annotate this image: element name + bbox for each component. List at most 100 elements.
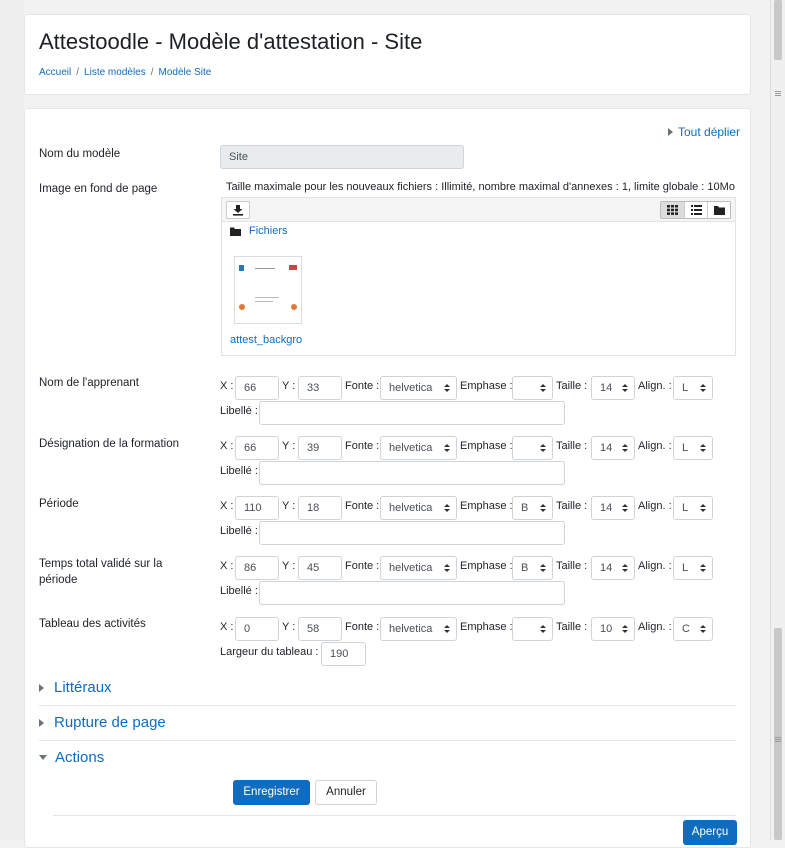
total-time-align-select[interactable]: L [673, 556, 713, 580]
expand-all-label: Tout déplier [678, 125, 741, 139]
course-designation-font-select[interactable]: helvetica [380, 436, 457, 460]
total-time-caption-input[interactable] [259, 581, 565, 605]
folder-icon [713, 206, 725, 215]
emphasis-label: Emphase : [460, 560, 513, 572]
x-label: X : [220, 621, 234, 633]
period-caption-input[interactable] [259, 521, 565, 545]
period-x-input[interactable]: 110 [235, 496, 279, 520]
learner-name-caption-input[interactable] [259, 401, 565, 425]
files-folder-link[interactable]: Fichiers [249, 225, 288, 237]
download-button[interactable] [226, 201, 250, 219]
scrollbar-grip [775, 95, 781, 96]
file-manager: Fichiers attest_backgro [221, 197, 736, 356]
y-label: Y : [282, 440, 296, 452]
file-name[interactable]: attest_backgro [230, 334, 302, 346]
x-label: X : [220, 380, 234, 392]
course-designation-caption-input[interactable] [259, 461, 565, 485]
align-label: Align. : [638, 500, 672, 512]
period-label: Période [39, 498, 79, 510]
table-width-input[interactable]: 190 [321, 642, 366, 666]
learner-name-font-select[interactable]: helvetica [380, 376, 457, 400]
period-size-select[interactable]: 14 [591, 496, 635, 520]
scrollbar-grip [775, 741, 781, 742]
model-name-label: Nom du modèle [39, 148, 121, 160]
activities-table-emphasis-select[interactable] [512, 617, 553, 641]
scrollbar-grip [775, 737, 781, 738]
course-designation-emphasis-select[interactable] [512, 436, 553, 460]
file-thumbnail[interactable] [234, 256, 302, 324]
caption-label: Libellé : [220, 585, 258, 597]
font-label: Fonte : [345, 560, 380, 572]
page-gutter [0, 0, 24, 840]
caption-label: Libellé : [220, 405, 258, 417]
learner-name-size-select[interactable]: 14 [591, 376, 635, 400]
scrollbar-track-top [774, 0, 782, 60]
learner-name-emphasis-select[interactable] [512, 376, 553, 400]
scrollbar-grip [775, 739, 781, 740]
breadcrumb-separator: / [76, 67, 80, 78]
divider [53, 815, 736, 816]
emphasis-label: Emphase : [460, 500, 513, 512]
document-preview-icon [235, 257, 301, 323]
activities-table-y-input[interactable]: 58 [298, 617, 342, 641]
cancel-button[interactable]: Annuler [315, 780, 377, 805]
save-button[interactable]: Enregistrer [233, 780, 310, 805]
scrollbar-thumb[interactable] [774, 628, 782, 840]
caret-right-icon [39, 718, 44, 727]
section-page-break-title: Rupture de page [54, 714, 166, 731]
activities-table-font-select[interactable]: helvetica [380, 617, 457, 641]
section-literals[interactable]: Littéraux [39, 679, 112, 696]
activities-table-x-input[interactable]: 0 [235, 617, 279, 641]
expand-all-link[interactable]: Tout déplier [668, 125, 740, 139]
period-align-select[interactable]: L [673, 496, 713, 520]
y-label: Y : [282, 500, 296, 512]
breadcrumb-models-list[interactable]: Liste modèles [84, 67, 146, 78]
learner-name-label: Nom de l'apprenant [39, 377, 140, 389]
size-label: Taille : [556, 621, 588, 633]
breadcrumb-current[interactable]: Modèle Site [159, 67, 212, 78]
font-label: Fonte : [345, 380, 380, 392]
period-y-input[interactable]: 18 [298, 496, 342, 520]
period-font-select[interactable]: helvetica [380, 496, 457, 520]
emphasis-label: Emphase : [460, 440, 513, 452]
total-time-y-input[interactable]: 45 [298, 556, 342, 580]
total-time-emphasis-select[interactable]: B [512, 556, 553, 580]
size-label: Taille : [556, 440, 588, 452]
period-emphasis-select[interactable]: B [512, 496, 553, 520]
course-designation-size-select[interactable]: 14 [591, 436, 635, 460]
course-designation-y-input[interactable]: 39 [298, 436, 342, 460]
y-label: Y : [282, 560, 296, 572]
page-title: Attestoodle - Modèle d'attestation - Sit… [39, 29, 423, 54]
section-actions-title: Actions [55, 749, 105, 766]
activities-table-align-select[interactable]: C [673, 617, 713, 641]
grid-view-button[interactable] [661, 202, 684, 218]
activities-table-label: Tableau des activités [39, 618, 146, 630]
vertical-scrollbar[interactable] [770, 0, 785, 840]
tree-view-button[interactable] [707, 202, 730, 218]
learner-name-y-input[interactable]: 33 [298, 376, 342, 400]
breadcrumb-separator: / [150, 67, 154, 78]
course-designation-align-select[interactable]: L [673, 436, 713, 460]
font-label: Fonte : [345, 621, 380, 633]
total-time-size-select[interactable]: 14 [591, 556, 635, 580]
caret-right-icon [668, 128, 673, 136]
learner-name-x-input[interactable]: 66 [235, 376, 279, 400]
emphasis-label: Emphase : [460, 380, 513, 392]
course-designation-x-input[interactable]: 66 [235, 436, 279, 460]
x-label: X : [220, 500, 234, 512]
font-label: Fonte : [345, 500, 380, 512]
list-view-button[interactable] [684, 202, 707, 218]
model-name-input[interactable]: Site [220, 145, 464, 169]
activities-table-size-select[interactable]: 10 [591, 617, 635, 641]
total-time-font-select[interactable]: helvetica [380, 556, 457, 580]
file-manager-path: Fichiers [230, 225, 288, 237]
file-limits-info: Taille maximale pour les nouveaux fichie… [226, 181, 735, 193]
section-page-break[interactable]: Rupture de page [39, 714, 166, 731]
page-header: Attestoodle - Modèle d'attestation - Sit… [24, 14, 751, 95]
preview-button[interactable]: Aperçu [683, 820, 737, 845]
breadcrumb-home[interactable]: Accueil [39, 67, 71, 78]
list-icon [690, 205, 702, 215]
learner-name-align-select[interactable]: L [673, 376, 713, 400]
total-time-x-input[interactable]: 86 [235, 556, 279, 580]
section-actions[interactable]: Actions [39, 749, 104, 766]
